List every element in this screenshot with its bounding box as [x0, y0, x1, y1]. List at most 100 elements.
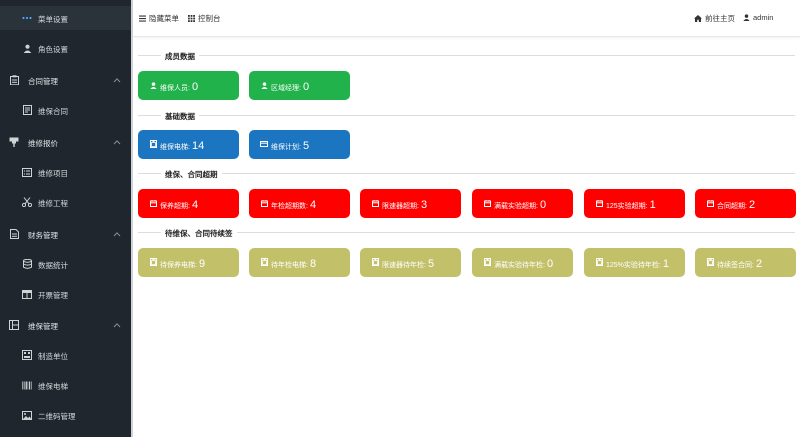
- section-divider: [138, 55, 795, 56]
- sidebar-divider: [131, 0, 133, 437]
- section-divider: [138, 173, 795, 174]
- card-pending-maintenance[interactable]: 待保养电梯: 9: [138, 248, 239, 277]
- sidebar-item-label: 维保合同: [38, 107, 68, 116]
- card-value: 4: [191, 199, 199, 211]
- card-pending-full-load[interactable]: 满载实验待年检: 0: [472, 248, 573, 277]
- card-label: 待年检电梯:: [271, 262, 308, 269]
- database-icon: [22, 259, 32, 269]
- card-maintenance-staff[interactable]: 维保人员: 0: [138, 71, 239, 100]
- sidebar-item-menu-settings[interactable]: 菜单设置: [0, 6, 131, 30]
- elevator-icon: [371, 258, 379, 266]
- card-pending-inspection[interactable]: 待年检电梯: 8: [249, 248, 350, 277]
- file-icon: [9, 229, 19, 239]
- card-governor-overdue[interactable]: 限速器超期: 3: [360, 189, 461, 218]
- user-icon: [260, 81, 268, 89]
- sidebar-item-statistics[interactable]: 数据统计: [0, 252, 131, 276]
- card-maintenance-plans[interactable]: 维保计划: 5: [249, 130, 350, 159]
- building-icon: [22, 350, 32, 360]
- clipboard-icon: [9, 75, 19, 85]
- grid-icon: [9, 320, 19, 330]
- chevron-up-icon: [113, 138, 121, 146]
- card-maintenance-overdue[interactable]: 保养超期: 4: [138, 189, 239, 218]
- sidebar-group-contract[interactable]: 合同管理: [0, 68, 131, 92]
- calendar-icon: [483, 199, 491, 207]
- card-label: 维保计划:: [271, 144, 301, 151]
- sidebar-item-label: 数据统计: [38, 261, 68, 270]
- card-label: 限速器超期:: [382, 203, 419, 210]
- card-value: 14: [191, 140, 205, 152]
- dots-icon: [22, 13, 32, 23]
- home-label: 前往主页: [705, 14, 735, 23]
- sidebar-group-repair-quote[interactable]: 维修报价: [0, 130, 131, 154]
- card-value: 5: [427, 258, 435, 270]
- sidebar-item-role-settings[interactable]: 角色设置: [0, 36, 131, 60]
- hide-menu-label: 隐藏菜单: [149, 14, 179, 23]
- user-icon: [22, 43, 32, 53]
- user-menu[interactable]: admin: [743, 13, 773, 22]
- dashboard-label: 控制台: [198, 14, 221, 23]
- home-icon: [694, 15, 702, 22]
- sidebar-group-finance[interactable]: 财务管理: [0, 222, 131, 246]
- elevator-icon: [260, 258, 268, 266]
- user-icon: [743, 14, 750, 21]
- sidebar-item-invoicing[interactable]: 开票管理: [0, 282, 131, 306]
- sidebar-group-label: 财务管理: [28, 231, 58, 240]
- card-value: 2: [755, 258, 763, 270]
- card-label: 满载实验超期:: [494, 203, 538, 210]
- menu-icon: [139, 15, 146, 22]
- chevron-up-icon: [113, 76, 121, 84]
- card-label: 维保人员:: [160, 85, 190, 92]
- card-inspection-overdue[interactable]: 年检超期数: 4: [249, 189, 350, 218]
- hide-menu-button[interactable]: 隐藏菜单: [139, 13, 179, 24]
- dashboard-tab[interactable]: 控制台: [188, 13, 221, 24]
- card-125-test-overdue[interactable]: 125实验超期: 1: [584, 189, 685, 218]
- flag-icon: [9, 137, 19, 147]
- card-label: 125%实验待年检:: [606, 262, 661, 269]
- card-full-load-overdue[interactable]: 满载实验超期: 0: [472, 189, 573, 218]
- card-value: 0: [191, 81, 199, 93]
- document-icon: [22, 105, 32, 115]
- barcode-icon: [22, 380, 32, 390]
- sidebar-item-label: 维保电梯: [38, 382, 68, 391]
- card-value: 4: [309, 199, 317, 211]
- sidebar-item-label: 开票管理: [38, 291, 68, 300]
- sidebar-item-label: 菜单设置: [38, 15, 68, 24]
- card-contract-overdue[interactable]: 合同超期: 2: [695, 189, 796, 218]
- sidebar-item-manufacturer[interactable]: 制造单位: [0, 343, 131, 367]
- card-value: 3: [420, 199, 428, 211]
- card-value: 0: [546, 258, 554, 270]
- username-label: admin: [753, 13, 774, 22]
- home-link[interactable]: 前往主页: [694, 13, 735, 24]
- scissors-icon: [22, 197, 32, 207]
- sidebar-item-label: 二维码管理: [38, 412, 76, 421]
- card-pending-governor[interactable]: 限速器待年检: 5: [360, 248, 461, 277]
- sidebar-item-repair-projects[interactable]: 维修工程: [0, 190, 131, 214]
- chevron-up-icon: [113, 321, 121, 329]
- sidebar-group-label: 维修报价: [28, 139, 58, 148]
- card-pending-125-test[interactable]: 125%实验待年检: 1: [584, 248, 685, 277]
- card-value: 9: [198, 258, 206, 270]
- card-pending-renewal[interactable]: 待续签合同: 2: [695, 248, 796, 277]
- image-icon: [22, 410, 32, 420]
- calendar-icon: [149, 199, 157, 207]
- card-label: 维保电梯:: [160, 144, 190, 151]
- card-area-manager[interactable]: 区域经理: 0: [249, 71, 350, 100]
- sidebar-item-label: 制造单位: [38, 352, 68, 361]
- elevator-icon: [595, 258, 603, 266]
- grid-icon: [188, 15, 195, 22]
- sidebar-item-maintenance-elevators[interactable]: 维保电梯: [0, 373, 131, 397]
- sidebar-item-repair-items[interactable]: 维修项目: [0, 160, 131, 184]
- elevator-icon: [706, 258, 714, 266]
- sidebar-item-maintenance-contract[interactable]: 维保合同: [0, 98, 131, 122]
- card-label: 限速器待年检:: [382, 262, 426, 269]
- card-label: 区域经理:: [271, 85, 301, 92]
- sidebar-item-qrcode[interactable]: 二维码管理: [0, 403, 131, 427]
- card-label: 保养超期:: [160, 203, 190, 210]
- section-title-pending: 待维保、合同待续签: [161, 228, 237, 239]
- section-title-overdue: 维保、合同超期: [161, 169, 222, 180]
- section-title-members: 成员数据: [161, 51, 199, 62]
- card-maintenance-elevators[interactable]: 维保电梯: 14: [138, 130, 239, 159]
- sidebar-group-maintenance[interactable]: 维保管理: [0, 313, 131, 337]
- sidebar-group-label: 合同管理: [28, 77, 58, 86]
- section-divider: [138, 115, 795, 116]
